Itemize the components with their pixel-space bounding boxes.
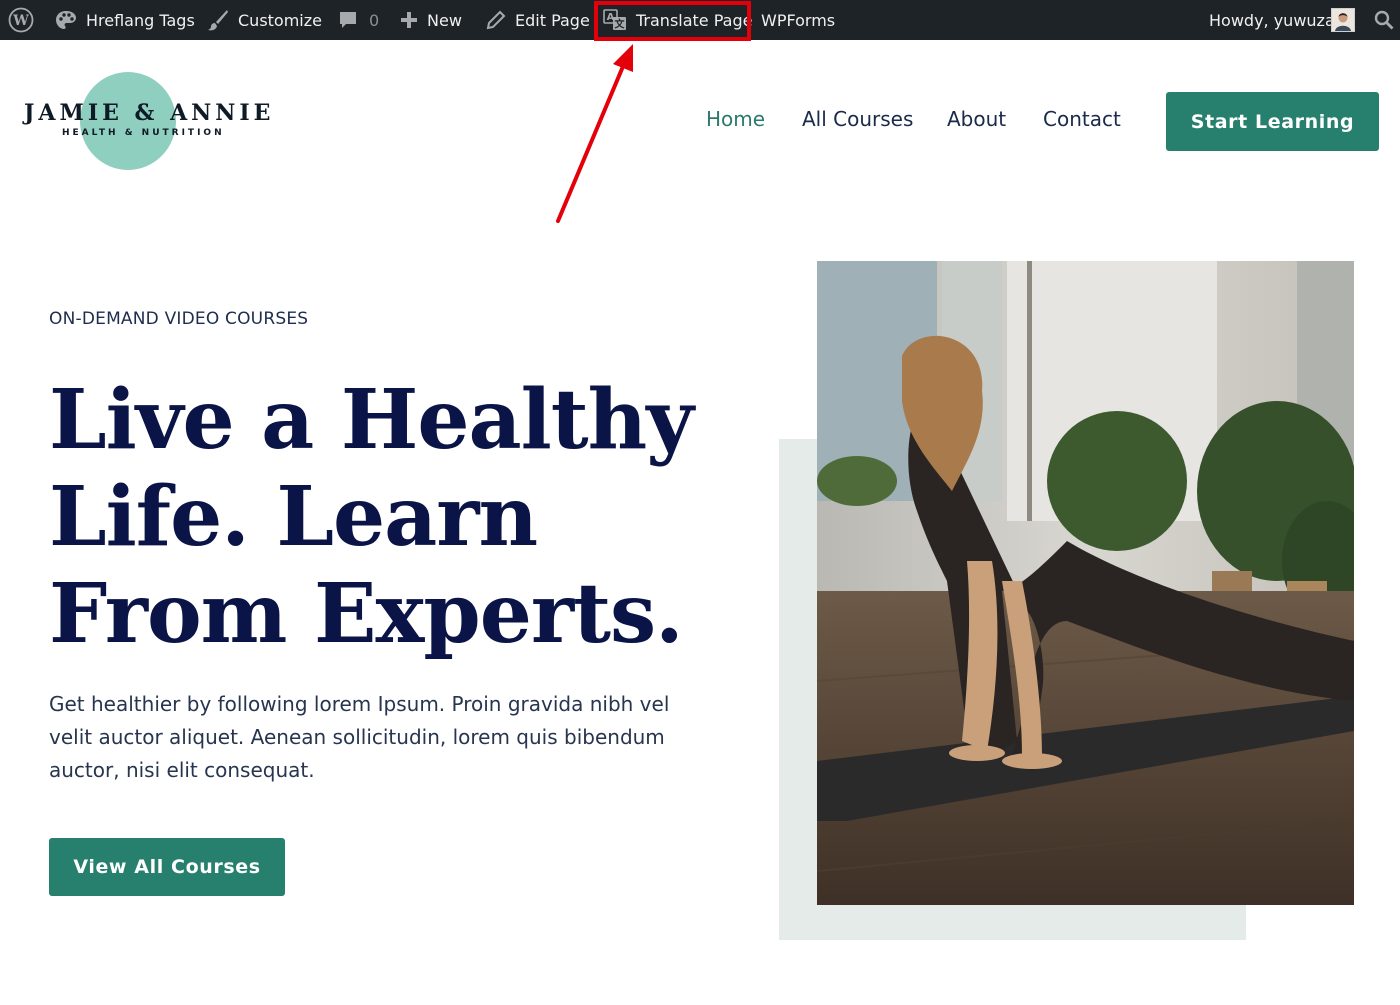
hero-title: Live a Healthy Life. Learn From Experts. [49, 372, 694, 662]
customize-label: Customize [238, 10, 322, 30]
nav-home[interactable]: Home [706, 107, 765, 131]
logo-name: JAMIE & ANNIE [24, 100, 275, 126]
avatar[interactable] [1331, 8, 1355, 32]
search-icon [1374, 10, 1394, 30]
customize-menu[interactable]: Customize [207, 0, 322, 40]
edit-page-menu[interactable]: Edit Page [486, 0, 590, 40]
hero-photo [817, 261, 1354, 905]
comments-menu[interactable]: 0 [338, 0, 379, 40]
palette-icon [55, 10, 77, 30]
nav-all-courses[interactable]: All Courses [802, 107, 913, 131]
paintbrush-icon [207, 9, 229, 31]
svg-text:W: W [12, 13, 29, 29]
hreflang-tags-label: Hreflang Tags [86, 10, 195, 30]
pencil-icon [486, 10, 506, 30]
wordpress-menu[interactable]: W [8, 0, 43, 40]
hreflang-tags-menu[interactable]: Hreflang Tags [55, 0, 195, 40]
comment-icon [338, 10, 358, 30]
comment-count: 0 [369, 10, 380, 30]
plus-icon [400, 11, 418, 29]
new-label: New [427, 10, 462, 30]
hero-body: Get healthier by following lorem Ipsum. … [49, 692, 670, 782]
wpforms-menu[interactable]: WPForms [761, 0, 835, 40]
logo-tagline: HEALTH & NUTRITION [62, 128, 225, 138]
start-learning-button[interactable]: Start Learning [1166, 92, 1379, 151]
edit-page-label: Edit Page [515, 10, 590, 30]
search-button[interactable] [1374, 0, 1400, 40]
nav-contact[interactable]: Contact [1043, 107, 1121, 131]
new-content-menu[interactable]: New [400, 0, 462, 40]
site-logo[interactable]: JAMIE & ANNIE HEALTH & NUTRITION [20, 70, 270, 180]
wordpress-logo-icon: W [8, 7, 34, 33]
wpforms-label: WPForms [761, 10, 836, 30]
view-all-courses-button[interactable]: View All Courses [49, 838, 285, 896]
my-account-menu[interactable]: Howdy, yuwuza [1209, 0, 1335, 40]
nav-about[interactable]: About [947, 107, 1006, 131]
greeting-label: Howdy, yuwuza [1209, 10, 1335, 30]
hero-eyebrow: ON-DEMAND VIDEO COURSES [49, 309, 309, 329]
translate-page-highlight [594, 1, 751, 41]
